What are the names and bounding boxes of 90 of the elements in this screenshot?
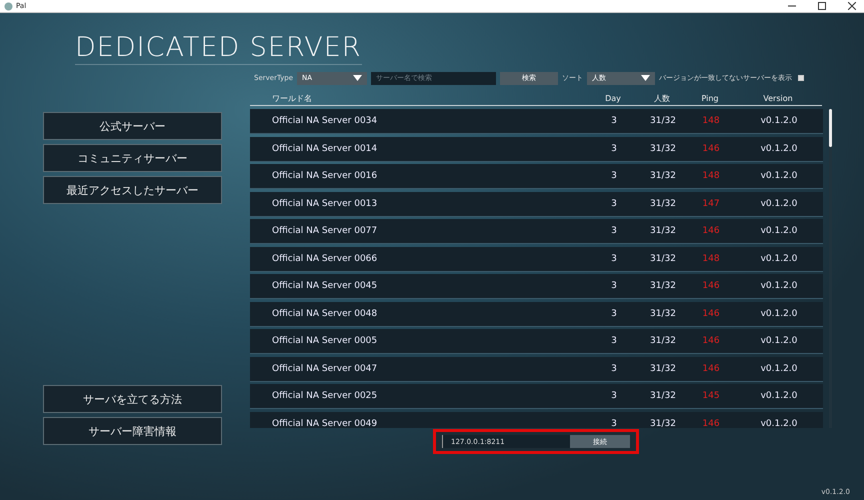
server-name: Official NA Server 0016 [271,171,378,181]
server-row[interactable]: Official NA Server 0014 3 31/32 146 v0.1.2.0 [250,136,823,162]
server-name: Official NA Server 0014 [271,144,378,154]
server-name: Official NA Server 0066 [271,254,378,264]
server-row[interactable]: Official NA Server 0005 3 31/32 146 v0.1.2.0 [250,329,823,354]
day-cell-text: 3 [610,391,618,401]
server-name: Official NA Server 0077 [271,226,378,236]
day-cell-text: 3 [610,171,618,181]
server-row[interactable]: Official NA Server 0066 3 31/32 148 v0.1.2.0 [250,246,823,272]
version-cell-text: v0.1.2.0 [760,116,798,126]
ping-cell-text: 148 [701,254,721,264]
server-row[interactable]: Official NA Server 0045 3 31/32 146 v0.1.2.0 [250,274,823,299]
column-header[interactable]: ワールド名 [250,92,588,104]
server-row[interactable]: Official NA Server 0013 3 31/32 147 v0.1.2.0 [250,192,823,216]
maximize-icon[interactable] [818,2,826,10]
version-cell-text: v0.1.2.0 [760,281,798,291]
version-cell-text: v0.1.2.0 [760,198,798,208]
day-cell-text: 3 [610,364,618,374]
players-cell-text: 31/32 [649,418,677,428]
page-title: DEDICATED SERVER [75,32,362,65]
players-cell-text: 31/32 [649,391,677,401]
caret-icon [641,75,650,81]
scrollbar-thumb[interactable] [829,109,832,147]
server-name: Official NA Server 0025 [271,391,378,401]
nav-button[interactable]: 公式サーバー [43,112,222,140]
day-cell-text: 3 [610,198,618,208]
version-mismatch-checkbox[interactable] [798,75,804,81]
column-header[interactable]: 人数 [638,92,686,104]
version-cell-text: v0.1.2.0 [760,171,798,181]
help-button[interactable]: サーバを立てる方法 [43,385,222,413]
ping-cell-text: 148 [701,171,721,181]
server-row[interactable]: Official NA Server 0048 3 31/32 146 v0.1.2.0 [250,302,823,326]
players-cell-text: 31/32 [649,226,677,236]
ping-cell-text: 146 [701,281,721,291]
day-cell-text: 3 [610,226,618,236]
server-name: Official NA Server 0049 [271,418,378,428]
column-header[interactable]: Day [588,94,638,102]
server-name: Official NA Server 0013 [271,198,378,208]
version-cell-text: v0.1.2.0 [760,336,798,346]
ping-cell-text: 145 [701,391,721,401]
day-cell-text: 3 [610,116,618,126]
players-cell-text: 31/32 [649,144,677,154]
ping-cell-text: 146 [701,336,721,346]
version-cell-text: v0.1.2.0 [760,418,798,428]
version-cell-text: v0.1.2.0 [760,391,798,401]
players-cell-text: 31/32 [649,116,677,126]
help-button[interactable]: サーバー障害情報 [43,417,222,445]
server-row[interactable]: Official NA Server 0034 3 31/32 148 v0.1.2.0 [250,109,823,134]
server-row[interactable]: Official NA Server 0077 3 31/32 146 v0.1.2.0 [250,219,823,244]
ping-cell-text: 146 [701,144,721,154]
nav-button[interactable]: 最近アクセスしたサーバー [43,176,222,204]
ping-cell-text: 147 [701,198,721,208]
server-name: Official NA Server 0034 [271,116,378,126]
players-cell-text: 31/32 [649,198,677,208]
version-cell-text: v0.1.2.0 [760,226,798,236]
server-name: Official NA Server 0047 [271,364,378,374]
ping-cell-text: 146 [701,226,721,236]
day-cell-text: 3 [610,336,618,346]
players-cell-text: 31/32 [649,254,677,264]
ping-cell-text: 146 [701,364,721,374]
players-cell-text: 31/32 [649,308,677,318]
server-row[interactable]: Official NA Server 0025 3 31/32 145 v0.1.2.0 [250,384,823,409]
version-cell-text: v0.1.2.0 [760,364,798,374]
nav-button[interactable]: コミュニティサーバー [43,144,222,172]
day-cell-text: 3 [610,418,618,428]
column-header[interactable]: Ping [686,94,734,102]
day-cell-text: 3 [610,254,618,264]
app-icon [4,2,13,10]
server-row[interactable]: Official NA Server 0049 3 31/32 146 v0.1.2.0 [250,412,823,428]
version-cell-text: v0.1.2.0 [760,254,798,264]
ping-cell-text: 146 [701,308,721,318]
column-header[interactable]: Version [734,94,822,102]
caret-icon [353,75,362,81]
server-row[interactable]: Official NA Server 0047 3 31/32 146 v0.1.2.0 [250,356,823,382]
players-cell-text: 31/32 [649,364,677,374]
server-name: Official NA Server 0048 [271,308,378,318]
server-row[interactable]: Official NA Server 0016 3 31/32 148 v0.1.2.0 [250,164,823,189]
version-cell-text: v0.1.2.0 [760,308,798,318]
day-cell-text: 3 [610,281,618,291]
players-cell-text: 31/32 [649,171,677,181]
day-cell-text: 3 [610,308,618,318]
players-cell-text: 31/32 [649,281,677,291]
ping-cell-text: 148 [701,116,721,126]
server-name: Official NA Server 0005 [271,336,378,346]
players-cell-text: 31/32 [649,336,677,346]
ping-cell-text: 146 [701,418,721,428]
close-icon[interactable] [848,2,856,10]
day-cell-text: 3 [610,144,618,154]
version-cell-text: v0.1.2.0 [760,144,798,154]
server-name: Official NA Server 0045 [271,281,378,291]
